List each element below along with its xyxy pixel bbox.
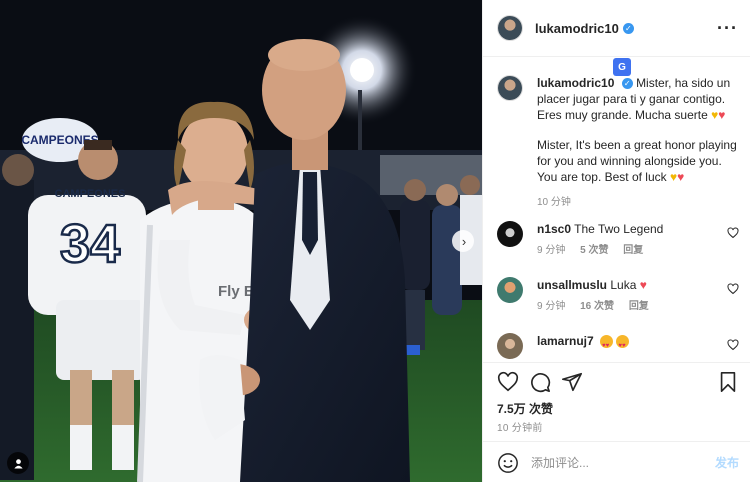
post-side-panel: lukamodric10 ✓ ··· G lukamodric10 ✓ Mist… bbox=[482, 0, 750, 482]
comment-composer: 发布 bbox=[483, 441, 750, 482]
chevron-right-icon: › bbox=[461, 233, 467, 249]
comment-username[interactable]: lamarnuj7 bbox=[537, 334, 594, 348]
comment-item: n1sc0 The Two Legend 9 分钟 5 次赞 回复 bbox=[497, 221, 743, 259]
post-actions: 7.5万 次赞 10 分钟前 发布 bbox=[483, 362, 750, 482]
shirt-number: 34 bbox=[60, 214, 120, 274]
post-comment-button[interactable]: 发布 bbox=[715, 454, 739, 471]
comment-icon[interactable] bbox=[529, 371, 551, 393]
red-heart-emoji: ♥ bbox=[718, 108, 726, 122]
person-icon bbox=[13, 458, 23, 469]
red-heart-emoji: ♥ bbox=[677, 170, 685, 184]
author-username[interactable]: lukamodric10 bbox=[535, 21, 619, 36]
caption-username[interactable]: lukamodric10 bbox=[537, 76, 614, 90]
comment-username[interactable]: n1sc0 bbox=[537, 222, 571, 236]
tagged-users-button[interactable] bbox=[7, 452, 29, 474]
heart-eyes-emoji: ♥♥ bbox=[616, 335, 630, 349]
reply-button[interactable]: 回复 bbox=[623, 245, 643, 256]
comment-avatar[interactable] bbox=[497, 221, 523, 247]
like-count[interactable]: 7.5万 次赞 bbox=[497, 400, 553, 417]
heart-outline-icon[interactable] bbox=[727, 283, 739, 295]
comment-time: 9 分钟 bbox=[537, 301, 566, 312]
emoji-icon[interactable] bbox=[497, 452, 519, 474]
translate-icon[interactable]: G bbox=[613, 58, 631, 76]
verified-badge-icon: ✓ bbox=[621, 78, 633, 90]
comment-input[interactable] bbox=[531, 455, 691, 470]
reply-button[interactable]: 回复 bbox=[629, 301, 649, 312]
comment-item: unsallmuslu Luka ♥ 9 分钟 16 次赞 回复 bbox=[497, 277, 743, 315]
post-caption: lukamodric10 ✓ Mister, ha sido un placer… bbox=[497, 75, 743, 211]
post-header: lukamodric10 ✓ ··· bbox=[483, 0, 750, 57]
comment-text: Luka bbox=[610, 278, 637, 292]
comment-avatar[interactable] bbox=[497, 333, 523, 359]
share-icon[interactable] bbox=[561, 371, 583, 393]
post-photo[interactable]: CAMPEONES CAMPEONES 34 Fly Emirates bbox=[0, 0, 482, 482]
comment-likes[interactable]: 16 次赞 bbox=[580, 301, 614, 312]
bookmark-icon[interactable] bbox=[717, 371, 739, 393]
comment-avatar[interactable] bbox=[497, 277, 523, 303]
heart-outline-icon[interactable] bbox=[727, 339, 739, 351]
caption-avatar[interactable] bbox=[497, 75, 523, 101]
heart-outline-icon[interactable] bbox=[727, 227, 739, 239]
more-options-icon[interactable]: ··· bbox=[717, 18, 738, 39]
caption-time: 10 分钟 bbox=[537, 197, 571, 208]
next-image-button[interactable]: › bbox=[452, 230, 474, 252]
comment-time: 9 分钟 bbox=[537, 245, 566, 256]
heart-icon[interactable] bbox=[497, 371, 519, 393]
comment-likes[interactable]: 5 次赞 bbox=[580, 245, 608, 256]
red-heart-emoji: ♥ bbox=[639, 278, 647, 292]
heart-eyes-emoji: ♥♥ bbox=[600, 335, 614, 349]
photo-illustration: CAMPEONES CAMPEONES 34 Fly Emirates bbox=[0, 0, 482, 482]
comment-text: The Two Legend bbox=[574, 222, 664, 236]
caption-text-english: Mister, It's been a great honor playing … bbox=[537, 138, 737, 184]
verified-badge-icon: ✓ bbox=[622, 22, 634, 34]
post-time: 10 分钟前 bbox=[497, 423, 543, 434]
shirt-text: CAMPEONES bbox=[55, 188, 126, 200]
author-avatar[interactable] bbox=[497, 15, 523, 41]
comments-area[interactable]: G lukamodric10 ✓ Mister, ha sido un plac… bbox=[483, 57, 750, 362]
comment-item: lamarnuj7 ♥♥ ♥♥ bbox=[497, 333, 743, 359]
comment-username[interactable]: unsallmuslu bbox=[537, 278, 607, 292]
